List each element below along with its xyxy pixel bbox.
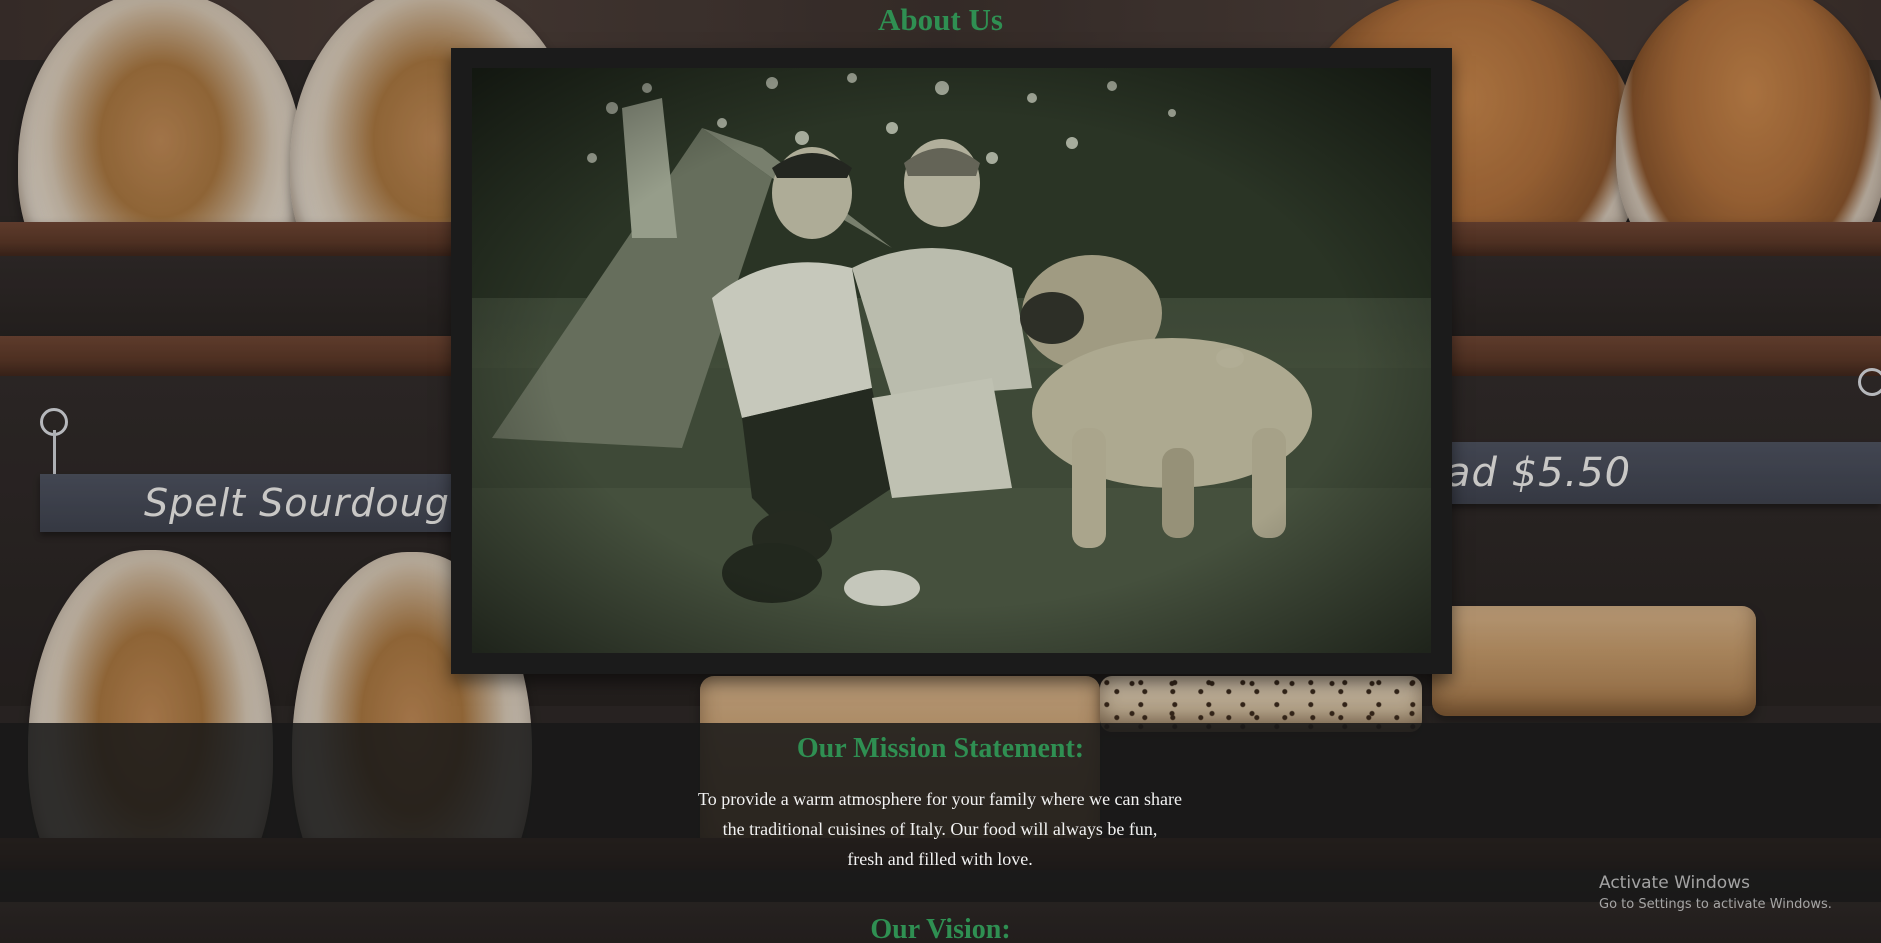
about-page: Spelt Sourdough $ ad $5.50 About Us [0,0,1881,943]
mission-text-line: the traditional cuisines of Italy. Our f… [722,819,1158,839]
vision-heading: Our Vision: [870,914,1011,943]
mission-text-line: fresh and filled with love. [847,849,1033,869]
activate-windows-watermark: Activate Windows Go to Settings to activ… [1599,873,1832,912]
mission-statement-text: To provide a warm atmosphere for your fa… [640,784,1240,874]
mission-heading: Our Mission Statement: [796,733,1085,764]
vintage-photo [472,68,1431,653]
mission-text-line: To provide a warm atmosphere for your fa… [697,789,1183,809]
photo-frame [451,48,1452,674]
watermark-title: Activate Windows [1599,873,1750,893]
vintage-photo-illustration [472,68,1431,653]
about-heading: About Us [878,2,1003,37]
watermark-subtitle: Go to Settings to activate Windows. [1599,897,1832,912]
